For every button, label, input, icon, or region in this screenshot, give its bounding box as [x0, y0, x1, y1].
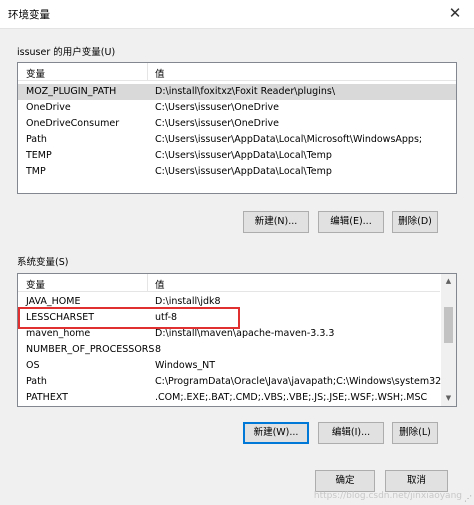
row-variable: Path: [26, 134, 47, 145]
user-list-header: 变量 值: [18, 63, 456, 81]
row-value: C:\Users\issuser\AppData\Local\Temp: [155, 166, 332, 177]
row-variable: JAVA_HOME: [26, 296, 81, 307]
table-row[interactable]: OneDrive C:\Users\issuser\OneDrive: [18, 100, 456, 116]
column-divider[interactable]: [147, 63, 148, 81]
scrollbar-thumb[interactable]: [444, 307, 453, 343]
row-variable: maven_home: [26, 328, 91, 339]
column-header-variable[interactable]: 变量: [26, 66, 45, 80]
row-value: D:\install\foxitxz\Foxit Reader\plugins\: [155, 86, 336, 97]
user-variables-label: issuser 的用户变量(U): [17, 47, 116, 58]
system-new-button[interactable]: 新建(W)...: [243, 422, 309, 444]
system-edit-button[interactable]: 编辑(I)...: [318, 422, 384, 444]
row-value: 8: [155, 344, 162, 355]
user-edit-button[interactable]: 编辑(E)...: [318, 211, 384, 233]
scroll-up-icon[interactable]: ▲: [441, 274, 456, 289]
table-row[interactable]: Path C:\ProgramData\Oracle\Java\javapath…: [18, 374, 453, 390]
system-delete-button[interactable]: 删除(L): [392, 422, 438, 444]
cancel-button[interactable]: 取消: [385, 470, 448, 492]
title-bar: 环境变量 ✕: [0, 0, 474, 28]
row-variable: PATHEXT: [26, 392, 68, 403]
row-variable: TMP: [26, 166, 46, 177]
column-header-value[interactable]: 值: [155, 66, 165, 80]
table-row[interactable]: MOZ_PLUGIN_PATH D:\install\foxitxz\Foxit…: [18, 84, 456, 100]
column-header-value[interactable]: 值: [155, 277, 165, 291]
table-row[interactable]: OneDriveConsumer C:\Users\issuser\OneDri…: [18, 116, 456, 132]
row-variable: OneDriveConsumer: [26, 118, 120, 129]
row-value: C:\Users\issuser\OneDrive: [155, 118, 279, 129]
scroll-down-icon[interactable]: ▼: [441, 391, 456, 406]
user-variables-list[interactable]: 变量 值 MOZ_PLUGIN_PATH D:\install\foxitxz\…: [17, 62, 457, 194]
user-delete-button[interactable]: 删除(D): [392, 211, 438, 233]
window-title: 环境变量: [8, 9, 50, 21]
row-value: C:\ProgramData\Oracle\Java\javapath;C:\W…: [155, 376, 454, 387]
resize-grip-icon[interactable]: ⋰: [464, 494, 472, 503]
row-value: .COM;.EXE;.BAT;.CMD;.VBS;.VBE;.JS;.JSE;.…: [155, 392, 428, 403]
close-icon[interactable]: ✕: [445, 3, 465, 23]
row-value: C:\Users\issuser\AppData\Local\Temp: [155, 150, 332, 161]
system-list-header: 变量 值: [18, 274, 440, 292]
column-header-variable[interactable]: 变量: [26, 277, 45, 291]
row-variable: MOZ_PLUGIN_PATH: [26, 86, 117, 97]
column-divider[interactable]: [147, 274, 148, 292]
table-row[interactable]: NUMBER_OF_PROCESSORS 8: [18, 342, 440, 358]
user-new-button[interactable]: 新建(N)...: [243, 211, 309, 233]
watermark-text: https://blog.csdn.net/jinxiaoyang: [313, 491, 462, 501]
row-value: D:\install\jdk8: [155, 296, 221, 307]
row-variable: OneDrive: [26, 102, 71, 113]
table-row[interactable]: TEMP C:\Users\issuser\AppData\Local\Temp: [18, 148, 456, 164]
row-value: D:\install\maven\apache-maven-3.3.3: [155, 328, 335, 339]
table-row[interactable]: Path C:\Users\issuser\AppData\Local\Micr…: [18, 132, 456, 148]
row-variable: Path: [26, 376, 47, 387]
row-variable: OS: [26, 360, 40, 371]
table-row[interactable]: TMP C:\Users\issuser\AppData\Local\Temp: [18, 164, 456, 180]
ok-button[interactable]: 确定: [315, 470, 375, 492]
row-variable: NUMBER_OF_PROCESSORS: [26, 344, 155, 355]
system-variables-label: 系统变量(S): [17, 257, 69, 268]
row-value: C:\Users\issuser\OneDrive: [155, 102, 279, 113]
system-variables-list[interactable]: 变量 值 JAVA_HOME D:\install\jdk8 LESSCHARS…: [17, 273, 457, 407]
vertical-scrollbar[interactable]: ▲ ▼: [441, 274, 456, 406]
highlight-annotation: [18, 307, 240, 329]
row-value: Windows_NT: [155, 360, 216, 371]
row-value: C:\Users\issuser\AppData\Local\Microsoft…: [155, 134, 423, 145]
table-row[interactable]: OS Windows_NT: [18, 358, 440, 374]
table-row[interactable]: PATHEXT .COM;.EXE;.BAT;.CMD;.VBS;.VBE;.J…: [18, 390, 440, 406]
row-variable: TEMP: [26, 150, 52, 161]
